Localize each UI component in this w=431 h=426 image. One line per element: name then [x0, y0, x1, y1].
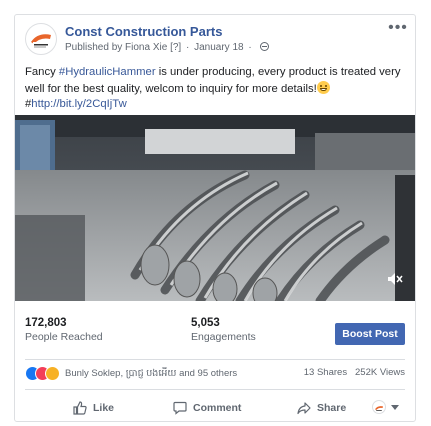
insights-bar: 172,803 People Reached 5,053 Engagements…: [25, 317, 405, 357]
speaker-muted-icon[interactable]: [387, 272, 403, 291]
share-arrow-icon: [297, 402, 311, 415]
comment-button[interactable]: Comment: [173, 397, 241, 419]
views-count[interactable]: 252K Views: [355, 367, 405, 378]
published-by[interactable]: Published by Fiona Xie: [65, 42, 167, 53]
post-text: Fancy #HydraulicHammer is under producin…: [25, 65, 401, 113]
people-reached-stat[interactable]: 172,803 People Reached: [25, 317, 103, 343]
hashtag-link[interactable]: #HydraulicHammer: [59, 66, 156, 78]
post-card: Const Construction Parts Published by Fi…: [14, 14, 416, 422]
haha-reaction-icon: [45, 366, 60, 381]
page-name-link[interactable]: Const Construction Parts: [65, 24, 222, 39]
video-frame: [15, 115, 415, 301]
divider: [25, 389, 405, 390]
grinning-emoji-icon: [316, 80, 330, 94]
meta-separator: ·: [248, 42, 252, 53]
meta-separator: ·: [185, 42, 190, 53]
page-identity-selector[interactable]: [372, 400, 399, 414]
post-header: Const Construction Parts Published by Fi…: [25, 19, 407, 59]
chevron-down-icon: [391, 404, 399, 410]
post-meta: Published by Fiona Xie [?] · January 18 …: [65, 42, 269, 53]
share-button[interactable]: Share: [297, 397, 346, 419]
like-label: Like: [93, 402, 115, 414]
people-reached-value: 172,803: [25, 317, 67, 329]
thumbs-up-icon: [73, 401, 87, 415]
people-reached-label: People Reached: [25, 331, 103, 343]
more-options-icon[interactable]: •••: [387, 19, 409, 37]
comment-icon: [173, 401, 187, 415]
boost-post-button[interactable]: Boost Post: [335, 323, 405, 345]
divider: [25, 359, 405, 360]
engagements-stat[interactable]: 5,053 Engagements: [191, 317, 256, 343]
engagements-value: 5,053: [191, 317, 220, 329]
video-player[interactable]: [15, 115, 415, 301]
page-avatar-small: [372, 400, 386, 414]
post-text-segment: Fancy: [25, 66, 59, 78]
shares-count[interactable]: 13 Shares: [304, 367, 347, 378]
page-avatar[interactable]: [25, 23, 57, 55]
short-link[interactable]: http://bit.ly/2CqIjTw: [31, 98, 126, 110]
reactors-summary[interactable]: Bunly Soklep, ប្រាជ្ញ បងអើយ and 95 other…: [65, 367, 237, 381]
comment-label: Comment: [193, 402, 242, 414]
reactions-bar: Bunly Soklep, ប្រាជ្ញ បងអើយ and 95 other…: [25, 366, 405, 384]
action-bar: Like Comment Share: [25, 397, 405, 419]
like-button[interactable]: Like: [73, 397, 114, 419]
globe-icon[interactable]: [259, 42, 269, 51]
post-date[interactable]: January 18: [194, 42, 243, 53]
engagements-label: Engagements: [191, 331, 256, 343]
publisher-marker[interactable]: [?]: [170, 42, 181, 53]
shares-views: 13 Shares 252K Views: [304, 367, 405, 378]
share-label: Share: [317, 402, 347, 414]
